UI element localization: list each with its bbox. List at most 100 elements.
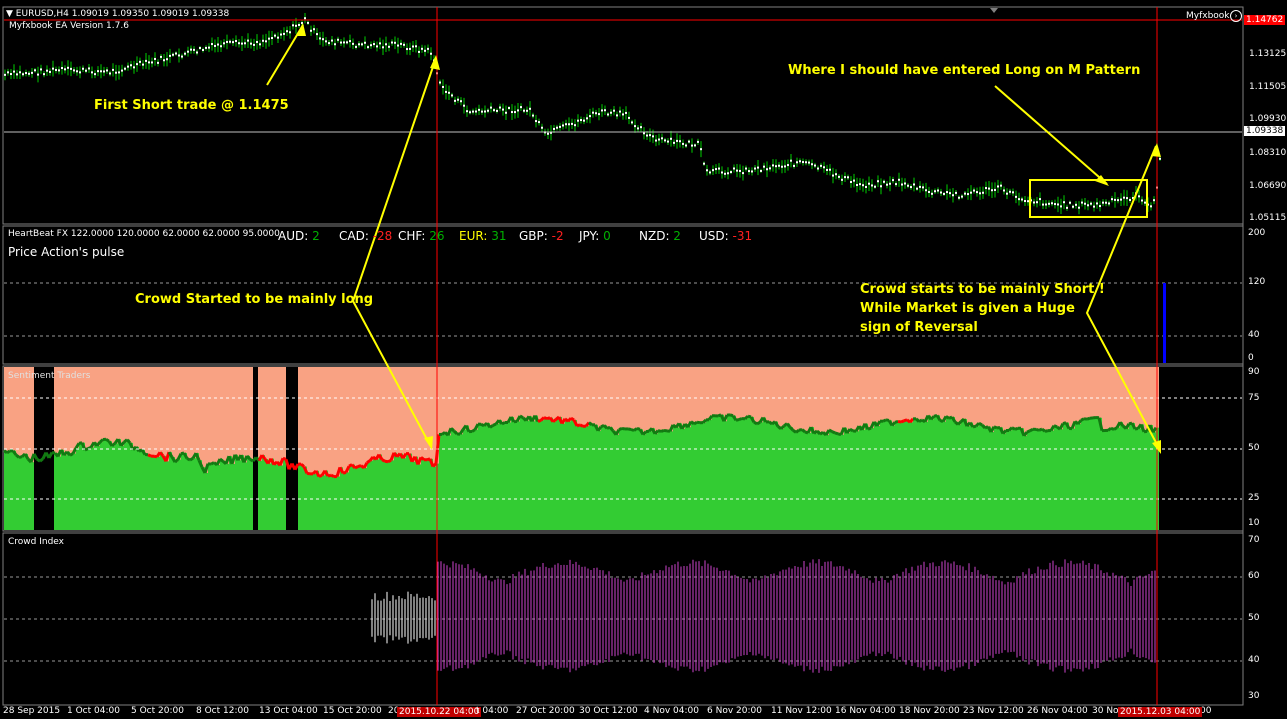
sentiment-long-bar [727,415,730,530]
candle-body [874,185,876,188]
candle-body [913,183,915,186]
sentiment-long-bar [82,442,85,530]
brand-icon[interactable]: › [1230,10,1242,22]
sentiment-long-bar [1141,424,1144,530]
currency-1: CAD: -28 [339,229,392,243]
sentiment-line-segment [69,452,74,457]
sentiment-long-bar [319,476,322,530]
sentiment-long-bar [703,422,706,530]
candle-body [622,113,624,116]
candle-body [91,71,93,74]
sentiment-long-bar [409,453,412,530]
candle-body [409,47,411,50]
candle-body [943,192,945,195]
candle-body [280,33,282,36]
candle-body [664,139,666,142]
sentiment-long-bar [301,464,304,530]
time-tick: 5 Oct 20:00 [131,706,184,716]
candle-body [676,139,678,142]
candle-body [1015,195,1017,198]
candle-body [277,36,279,39]
candle-body [598,113,600,116]
sentiment-long-bar [931,419,934,530]
candle-body [592,111,594,114]
sentiment-long-bar [574,420,577,530]
sentiment-long-bar [1048,430,1051,530]
candle-body [73,69,75,72]
candle-body [1123,196,1125,199]
candle-body [643,132,645,135]
candle-body [661,137,663,140]
candle-body [772,164,774,167]
sentiment-long-bar [199,460,202,530]
sentiment-long-bar [847,433,850,530]
candle-body [220,45,222,48]
candle-body [688,140,690,143]
candle-body [1159,157,1161,160]
sentiment-long-bar [595,424,598,530]
candle-body [355,45,357,48]
candle-body [448,91,450,94]
sentiment-line-segment [849,427,854,433]
sentiment-line-segment [18,455,23,459]
sentiment-long-bar [4,450,7,530]
price-tick: 1.11505 [1249,82,1287,92]
candle-body [634,125,636,128]
symbol-info-text: EURUSD,H4 1.09019 1.09350 1.09019 1.0933… [15,9,230,19]
pulse-bar [1163,283,1166,363]
sentiment-line-segment [627,427,632,431]
sentiment-long-bar [94,442,97,530]
chart-window[interactable]: ▼ EURUSD,H4 1.09019 1.09350 1.09019 1.09… [0,0,1287,719]
sentiment-long-bar [130,442,133,530]
sentiment-long-bar [814,433,817,530]
candle-body [22,73,24,76]
candle-body [1003,189,1005,192]
sentiment-long-bar [844,427,847,530]
sentiment-long-bar [244,462,247,530]
candle-body [349,40,351,43]
sentiment-long-bar [1069,428,1072,530]
sentiment-long-bar [1093,417,1096,530]
candle-body [295,24,297,27]
candle-body [337,38,339,41]
sentiment-long-bar [220,458,223,530]
sentiment-long-bar [379,454,382,530]
sentiment-long-bar [1144,431,1147,530]
candle-body [136,63,138,66]
candle-body [250,42,252,45]
sentiment-long-bar [523,417,526,530]
sentiment-long-bar [376,459,379,530]
ea-version: Myfxbook EA Version 1.7.6 [9,21,129,31]
sentiment-long-bar [1087,419,1090,530]
candle-body [259,43,261,46]
sentiment-long-bar [361,465,364,530]
candle-body [895,183,897,186]
candle-body [673,141,675,144]
candle-body [379,42,381,45]
candle-body [388,45,390,48]
sentiment-long-bar [133,449,136,530]
sentiment-long-bar [919,421,922,530]
sentiment-long-bar [877,425,880,530]
sentiment-long-bar [433,466,436,530]
sentiment-line-segment [929,415,936,421]
candle-body [919,185,921,188]
sentiment-long-bar [451,428,454,530]
candle-body [265,40,267,43]
sentiment-long-bar [55,453,58,530]
candle-body [535,120,537,123]
candle-body [541,126,543,129]
sentiment-long-bar [730,414,733,530]
candle-body [1126,197,1128,200]
symbol-info: ▼ EURUSD,H4 1.09019 1.09350 1.09019 1.09… [6,9,230,19]
sentiment-long-bar [1096,417,1099,530]
sentiment-long-bar [472,431,475,530]
candle-body [907,184,909,187]
currency-2: CHF: 26 [398,229,445,243]
candle-body [733,167,735,170]
candle-body [961,195,963,198]
candle-body [424,49,426,52]
candle-body [850,180,852,183]
sentiment-line-segment [501,421,506,426]
candle-body [343,41,345,44]
